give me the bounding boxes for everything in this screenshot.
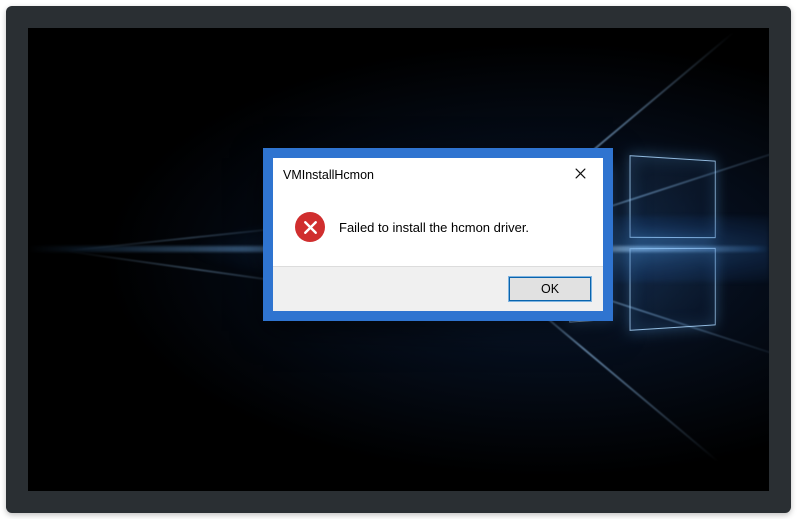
monitor-frame: VMInstallHcmon Failed to install the hcm… xyxy=(6,6,791,513)
ok-button[interactable]: OK xyxy=(509,277,591,301)
dialog-inner: VMInstallHcmon Failed to install the hcm… xyxy=(273,158,603,311)
dialog-footer: OK xyxy=(273,266,603,311)
dialog-titlebar: VMInstallHcmon xyxy=(273,158,603,192)
close-button[interactable] xyxy=(565,164,595,186)
error-dialog: VMInstallHcmon Failed to install the hcm… xyxy=(263,148,613,321)
close-icon xyxy=(575,166,586,184)
screen: VMInstallHcmon Failed to install the hcm… xyxy=(28,28,769,491)
dialog-message: Failed to install the hcmon driver. xyxy=(339,220,529,235)
dialog-title: VMInstallHcmon xyxy=(283,168,374,182)
dialog-body: Failed to install the hcmon driver. xyxy=(273,192,603,266)
ok-button-label: OK xyxy=(541,282,559,296)
error-icon xyxy=(295,212,325,242)
